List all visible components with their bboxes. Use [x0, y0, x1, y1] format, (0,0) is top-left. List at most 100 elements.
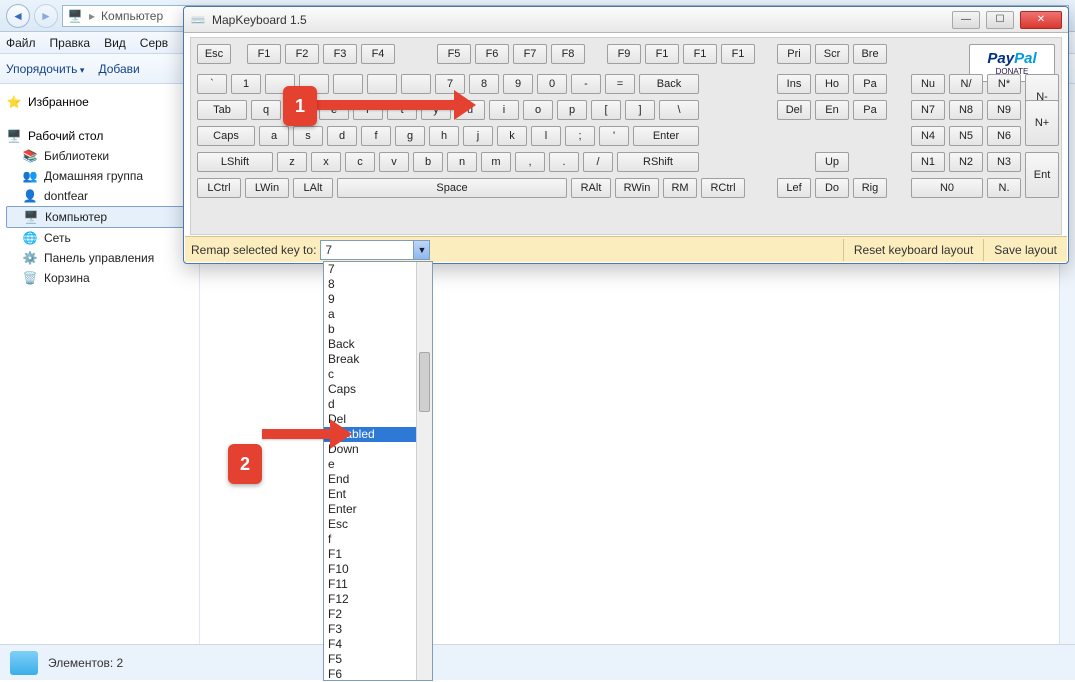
key-n4[interactable]: N4 — [911, 126, 945, 146]
key-as-2[interactable]: s — [293, 126, 323, 146]
maximize-button[interactable]: ☐ — [986, 11, 1014, 29]
key-num-1[interactable]: 1 — [231, 74, 261, 94]
key-nmul[interactable]: N* — [987, 74, 1021, 94]
key-num-4[interactable] — [333, 74, 363, 94]
key-space[interactable]: Space — [337, 178, 567, 198]
key-func-2[interactable]: F2 — [285, 44, 319, 64]
sidebar-item-network[interactable]: 🌐Сеть — [6, 228, 193, 248]
minimize-button[interactable]: — — [952, 11, 980, 29]
key-func-11[interactable]: F1 — [683, 44, 717, 64]
menu-serv[interactable]: Серв — [140, 36, 168, 50]
forward-button[interactable]: ► — [34, 4, 58, 28]
key-down[interactable]: Do — [815, 178, 849, 198]
key-lalt[interactable]: LAlt — [293, 178, 333, 198]
key-as-0[interactable]: Caps — [197, 126, 255, 146]
save-layout-button[interactable]: Save layout — [983, 239, 1067, 261]
key-n9[interactable]: N9 — [987, 100, 1021, 120]
key-qw-10[interactable]: p — [557, 100, 587, 120]
key-n0[interactable]: N0 — [911, 178, 983, 198]
key-func-14[interactable]: Scr — [815, 44, 849, 64]
key-lwin[interactable]: LWin — [245, 178, 289, 198]
scrollbar-thumb[interactable] — [419, 352, 430, 412]
key-func-5[interactable]: F5 — [437, 44, 471, 64]
key-ins[interactable]: Ins — [777, 74, 811, 94]
key-func-6[interactable]: F6 — [475, 44, 509, 64]
key-up[interactable]: Up — [815, 152, 849, 172]
key-as-11[interactable]: ' — [599, 126, 629, 146]
key-del[interactable]: Del — [777, 100, 811, 120]
key-as-4[interactable]: f — [361, 126, 391, 146]
key-func-1[interactable]: F1 — [247, 44, 281, 64]
key-num-13[interactable]: Back — [639, 74, 699, 94]
key-rctrl[interactable]: RCtrl — [701, 178, 745, 198]
key-num-12[interactable]: = — [605, 74, 635, 94]
key-left[interactable]: Lef — [777, 178, 811, 198]
key-func-12[interactable]: F1 — [721, 44, 755, 64]
key-func-13[interactable]: Pri — [777, 44, 811, 64]
key-zx-10[interactable]: / — [583, 152, 613, 172]
key-zx-6[interactable]: n — [447, 152, 477, 172]
key-zx-2[interactable]: x — [311, 152, 341, 172]
key-lctrl[interactable]: LCtrl — [197, 178, 241, 198]
key-num-11[interactable]: - — [571, 74, 601, 94]
key-ndot[interactable]: N. — [987, 178, 1021, 198]
key-qw-12[interactable]: ] — [625, 100, 655, 120]
close-button[interactable]: ✕ — [1020, 11, 1062, 29]
key-right[interactable]: Rig — [853, 178, 887, 198]
key-nu[interactable]: Nu — [911, 74, 945, 94]
key-func-0[interactable]: Esc — [197, 44, 231, 64]
key-n7[interactable]: N7 — [911, 100, 945, 120]
key-n3[interactable]: N3 — [987, 152, 1021, 172]
key-zx-7[interactable]: m — [481, 152, 511, 172]
key-home[interactable]: Ho — [815, 74, 849, 94]
key-as-8[interactable]: k — [497, 126, 527, 146]
remap-combobox[interactable]: 7 ▼ — [320, 240, 430, 260]
key-qw-13[interactable]: \ — [659, 100, 699, 120]
key-qw-9[interactable]: o — [523, 100, 553, 120]
key-func-9[interactable]: F9 — [607, 44, 641, 64]
key-n5[interactable]: N5 — [949, 126, 983, 146]
key-num-0[interactable]: ` — [197, 74, 227, 94]
key-pgup[interactable]: Pa — [853, 74, 887, 94]
sidebar-item-recycle[interactable]: 🗑️Корзина — [6, 268, 193, 288]
sidebar-desktop[interactable]: 🖥️ Рабочий стол — [6, 126, 193, 146]
key-func-10[interactable]: F1 — [645, 44, 679, 64]
key-as-12[interactable]: Enter — [633, 126, 699, 146]
sidebar-item-computer[interactable]: 🖥️Компьютер — [6, 206, 193, 228]
key-n6[interactable]: N6 — [987, 126, 1021, 146]
key-n8[interactable]: N8 — [949, 100, 983, 120]
key-func-4[interactable]: F4 — [361, 44, 395, 64]
key-pgdn[interactable]: Pa — [853, 100, 887, 120]
key-qw-1[interactable]: q — [251, 100, 281, 120]
toolbar-organize[interactable]: Упорядочить — [6, 62, 84, 76]
sidebar-item-controlpanel[interactable]: ⚙️Панель управления — [6, 248, 193, 268]
sidebar-item-lib[interactable]: 📚Библиотеки — [6, 146, 193, 166]
key-zx-8[interactable]: , — [515, 152, 545, 172]
key-num-6[interactable] — [401, 74, 431, 94]
key-nent[interactable]: Ent — [1025, 152, 1059, 198]
key-ralt[interactable]: RAlt — [571, 178, 611, 198]
sidebar-favorites[interactable]: ⭐ Избранное — [6, 92, 193, 112]
remap-dropdown-list[interactable]: 789abBackBreakcCapsdDelDisabledDowneEndE… — [323, 261, 433, 681]
sidebar-item-user[interactable]: 👤dontfear — [6, 186, 193, 206]
key-n2[interactable]: N2 — [949, 152, 983, 172]
key-as-6[interactable]: h — [429, 126, 459, 146]
key-zx-3[interactable]: c — [345, 152, 375, 172]
sidebar-item-homegroup[interactable]: 👥Домашняя группа — [6, 166, 193, 186]
key-ndiv[interactable]: N/ — [949, 74, 983, 94]
key-nplus[interactable]: N+ — [1025, 100, 1059, 146]
key-as-1[interactable]: a — [259, 126, 289, 146]
key-qw-0[interactable]: Tab — [197, 100, 247, 120]
key-qw-8[interactable]: i — [489, 100, 519, 120]
key-func-7[interactable]: F7 — [513, 44, 547, 64]
key-as-7[interactable]: j — [463, 126, 493, 146]
key-as-10[interactable]: ; — [565, 126, 595, 146]
key-num-5[interactable] — [367, 74, 397, 94]
key-rwin[interactable]: RWin — [615, 178, 659, 198]
reset-layout-button[interactable]: Reset keyboard layout — [843, 239, 983, 261]
key-zx-9[interactable]: . — [549, 152, 579, 172]
dropdown-scrollbar[interactable] — [416, 262, 432, 680]
key-num-9[interactable]: 9 — [503, 74, 533, 94]
key-zx-4[interactable]: v — [379, 152, 409, 172]
key-qw-11[interactable]: [ — [591, 100, 621, 120]
